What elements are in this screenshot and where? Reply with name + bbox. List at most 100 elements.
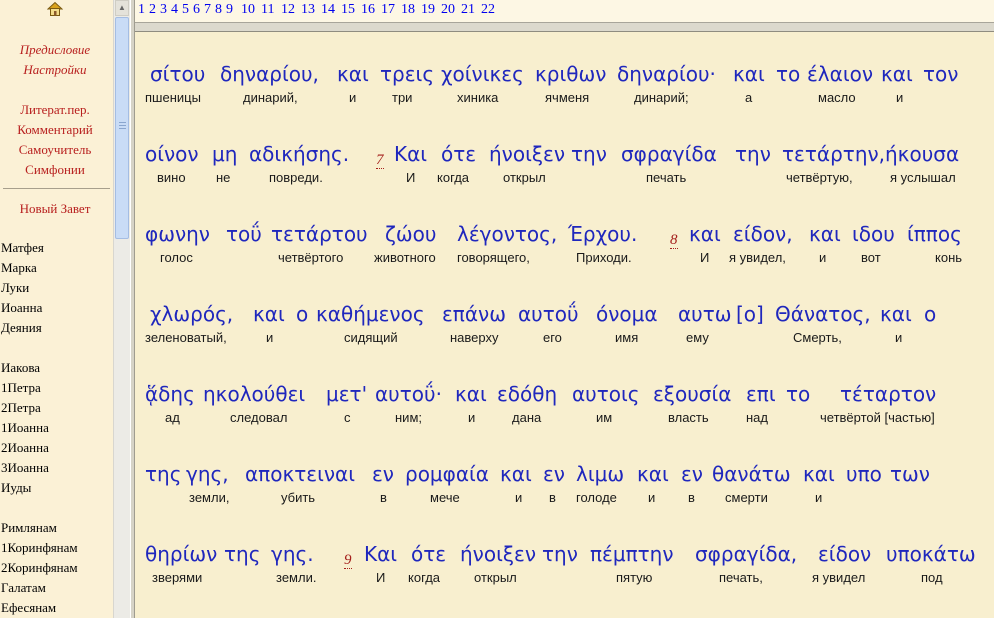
chapter-link[interactable]: 15 (341, 2, 355, 18)
greek-word: και (637, 462, 669, 486)
greek-word: σίτου (150, 62, 206, 86)
sidebar-book-ephesians[interactable]: Ефесянам (1, 600, 56, 616)
russian-word: им (596, 410, 613, 425)
verse-number-link[interactable]: 9 (344, 553, 352, 569)
chapter-link[interactable]: 13 (301, 2, 315, 18)
russian-word: четвёртой [частью] (820, 410, 935, 425)
greek-word: και (733, 62, 765, 86)
chapter-link[interactable]: 21 (461, 2, 475, 18)
greek-word: και (880, 302, 912, 326)
chapter-link[interactable]: 1 (138, 2, 145, 18)
sidebar-scrollbar[interactable]: ▲ (113, 0, 130, 618)
greek-word: έλαιον (807, 62, 874, 86)
scrollbar-thumb[interactable] (115, 17, 129, 239)
chapter-link[interactable]: 19 (421, 2, 435, 18)
sidebar-book-matthew[interactable]: Матфея (1, 240, 44, 256)
greek-word: της (145, 462, 182, 486)
greek-word: των (890, 462, 930, 486)
russian-word: не (216, 170, 231, 185)
greek-word: φωνην (145, 222, 210, 246)
chapter-link[interactable]: 4 (171, 2, 178, 18)
chapter-link[interactable]: 5 (182, 2, 189, 18)
sidebar-book-2john[interactable]: 2Иоанна (1, 440, 49, 456)
russian-word: я услышал (890, 170, 956, 185)
sidebar-book-3john[interactable]: 3Иоанна (1, 460, 49, 476)
sidebar-link-commentary[interactable]: Комментарий (0, 122, 110, 138)
russian-word: следовал (230, 410, 288, 425)
chapter-link[interactable]: 22 (481, 2, 495, 18)
russian-word: и (819, 250, 827, 265)
russian-word: мече (430, 490, 460, 505)
sidebar-book-john[interactable]: Иоанна (1, 300, 42, 316)
greek-word: το (776, 62, 801, 86)
greek-word: αυτοΰ· (375, 382, 442, 406)
russian-word: и (515, 490, 523, 505)
russian-word: когда (437, 170, 470, 185)
greek-word: τοΰ (226, 222, 262, 246)
greek-word: και (809, 222, 841, 246)
greek-word: και (253, 302, 285, 326)
russian-word: конь (935, 250, 963, 265)
chapter-link[interactable]: 8 (215, 2, 222, 18)
chapter-link[interactable]: 3 (160, 2, 167, 18)
chapter-link[interactable]: 10 (241, 2, 255, 18)
chapter-link[interactable]: 18 (401, 2, 415, 18)
greek-word: ο (924, 302, 937, 326)
russian-word: я увидел (812, 570, 866, 585)
chapter-link[interactable]: 2 (149, 2, 156, 18)
sidebar-link-settings[interactable]: Настройки (0, 62, 110, 78)
sidebar-link-literary-translation[interactable]: Литерат.пер. (0, 102, 110, 118)
greek-word: την (542, 542, 578, 566)
chapter-link[interactable]: 17 (381, 2, 395, 18)
chapter-link[interactable]: 14 (321, 2, 335, 18)
greek-word: λιμω (576, 462, 625, 486)
frame-splitter-horizontal[interactable] (135, 23, 994, 32)
russian-word: И (376, 570, 386, 585)
sidebar-book-galatians[interactable]: Галатам (1, 580, 46, 596)
russian-word: вот (861, 250, 881, 265)
verse-number-link[interactable]: 8 (670, 233, 678, 249)
sidebar-book-luke[interactable]: Луки (1, 280, 29, 296)
russian-word: земли. (276, 570, 317, 585)
greek-word: υποκάτω (886, 542, 976, 566)
chapter-link[interactable]: 16 (361, 2, 375, 18)
chapter-link[interactable]: 7 (204, 2, 211, 18)
greek-word: Έρχου. (568, 222, 638, 246)
greek-word: τον (923, 62, 959, 86)
greek-word: και (881, 62, 913, 86)
russian-word: его (543, 330, 562, 345)
russian-word: власть (668, 410, 709, 425)
home-icon[interactable] (46, 1, 64, 17)
sidebar-book-1corinthians[interactable]: 1Коринфянам (1, 540, 78, 556)
chapter-link[interactable]: 20 (441, 2, 455, 18)
sidebar-book-acts[interactable]: Деяния (1, 320, 42, 336)
greek-word: το (786, 382, 811, 406)
sidebar-link-symphonies[interactable]: Симфонии (0, 162, 110, 178)
russian-word: и (468, 410, 476, 425)
interlinear-text-panel: σίτου δηναρίου, και τρεις χοίνικες κριθω… (135, 32, 994, 618)
greek-word: γης, (186, 462, 229, 486)
scroll-up-arrow-icon[interactable]: ▲ (115, 0, 129, 16)
greek-word: δηναρίου, (220, 62, 319, 86)
russian-word: ад (165, 410, 180, 425)
chapter-link[interactable]: 9 (226, 2, 233, 18)
sidebar-book-james[interactable]: Иакова (1, 360, 40, 376)
sidebar-book-romans[interactable]: Римлянам (1, 520, 57, 536)
sidebar-book-jude[interactable]: Иуды (1, 480, 31, 496)
sidebar-link-tutorial[interactable]: Самоучитель (0, 142, 110, 158)
greek-word: ήκουσα (885, 142, 960, 166)
sidebar-book-2peter[interactable]: 2Петра (1, 400, 41, 416)
sidebar-book-1john[interactable]: 1Иоанна (1, 420, 49, 436)
sidebar-book-1peter[interactable]: 1Петра (1, 380, 41, 396)
russian-word: динарий, (243, 90, 298, 105)
chapter-link[interactable]: 11 (261, 2, 274, 18)
sidebar-link-preface[interactable]: Предисловие (0, 42, 110, 58)
verse-number-link[interactable]: 7 (376, 153, 384, 169)
sidebar-book-mark[interactable]: Марка (1, 260, 37, 276)
greek-word: την (735, 142, 771, 166)
sidebar-book-2corinthians[interactable]: 2Коринфянам (1, 560, 78, 576)
chapter-link[interactable]: 6 (193, 2, 200, 18)
sidebar-section-new-testament[interactable]: Новый Завет (0, 201, 110, 217)
greek-word: επάνω (442, 302, 506, 326)
chapter-link[interactable]: 12 (281, 2, 295, 18)
